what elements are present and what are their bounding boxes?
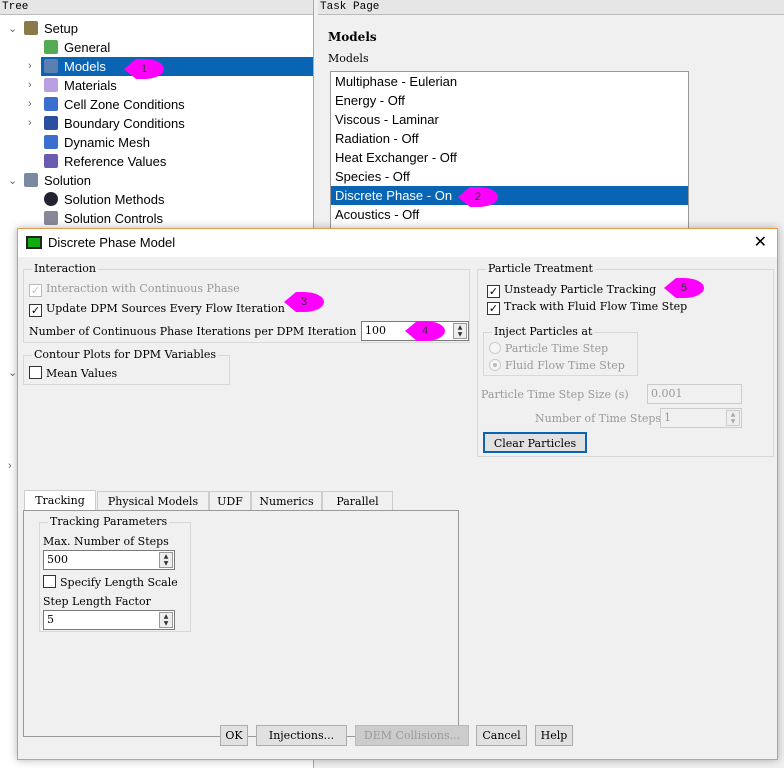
unsteady-tracking-checkbox[interactable]: ✓ Unsteady Particle Tracking — [487, 283, 656, 298]
spinner[interactable]: ▲ ▼ — [159, 552, 173, 568]
cell-zone-icon — [44, 97, 58, 111]
tab-numerics[interactable]: Numerics — [251, 491, 322, 511]
collapse-icon[interactable]: ⌄ — [8, 366, 17, 379]
group-label: Particle Treatment — [486, 262, 595, 275]
tree-item-reference[interactable]: Reference Values — [44, 152, 166, 171]
expand-icon[interactable]: › — [28, 98, 32, 110]
particle-treatment-group: Particle Treatment ✓ Unsteady Particle Tr… — [477, 262, 774, 457]
solution-icon — [24, 173, 38, 187]
tab-parallel[interactable]: Parallel — [322, 491, 393, 511]
expand-icon[interactable]: › — [28, 79, 32, 91]
iterations-label: Number of Continuous Phase Iterations pe… — [29, 325, 357, 338]
dem-collisions-button[interactable]: DEM Collisions... — [355, 725, 469, 746]
contour-group: Contour Plots for DPM Variables Mean Val… — [23, 348, 230, 385]
time-step-size-input[interactable]: 0.001 — [647, 384, 742, 404]
tree-item-controls[interactable]: Solution Controls — [44, 209, 163, 228]
dialog-title: Discrete Phase Model — [48, 235, 176, 250]
group-label: Inject Particles at — [492, 325, 595, 338]
clear-particles-button[interactable]: Clear Particles — [483, 432, 587, 453]
expand-icon[interactable]: › — [28, 60, 32, 72]
list-item[interactable]: Acoustics - Off — [331, 205, 688, 224]
step-factor-input[interactable]: 5 ▲ ▼ — [43, 610, 175, 630]
tab-tracking[interactable]: Tracking — [24, 490, 96, 511]
max-steps-label: Max. Number of Steps — [43, 535, 169, 548]
tab-udf[interactable]: UDF — [209, 491, 251, 511]
fluid-flow-time-step-radio[interactable]: Fluid Flow Time Step — [489, 359, 625, 372]
expand-icon[interactable]: › — [28, 117, 32, 129]
group-label: Interaction — [32, 262, 98, 275]
collapse-icon[interactable]: ⌄ — [8, 22, 17, 35]
max-steps-input[interactable]: 500 ▲ ▼ — [43, 550, 175, 570]
group-label: Tracking Parameters — [48, 515, 170, 528]
dynamic-mesh-icon — [44, 135, 58, 149]
tree-item-cell-zone[interactable]: Cell Zone Conditions — [44, 95, 185, 114]
discrete-phase-dialog: Discrete Phase Model ✕ Interaction ✓ Inte… — [17, 228, 778, 760]
general-icon — [44, 40, 58, 54]
models-icon — [44, 59, 58, 73]
track-fluid-step-checkbox[interactable]: ✓ Track with Fluid Flow Time Step — [487, 300, 687, 315]
help-button[interactable]: Help — [535, 725, 573, 746]
list-item[interactable]: Multiphase - Eulerian — [331, 72, 688, 91]
app-icon — [26, 236, 42, 249]
tree-item-methods[interactable]: Solution Methods — [44, 190, 164, 209]
reference-icon — [44, 154, 58, 168]
num-time-steps-label: Number of Time Steps — [535, 412, 662, 425]
spinner[interactable]: ▲ ▼ — [159, 612, 173, 628]
interaction-group: Interaction ✓ Interaction with Continuous… — [23, 262, 470, 343]
tree-header: Tree — [0, 0, 313, 15]
cancel-button[interactable]: Cancel — [476, 725, 527, 746]
dialog-titlebar: Discrete Phase Model ✕ — [18, 229, 777, 257]
tree-item-materials[interactable]: Materials — [44, 76, 117, 95]
methods-icon — [44, 192, 58, 206]
close-icon[interactable]: ✕ — [754, 229, 767, 257]
interaction-continuous-checkbox[interactable]: ✓ Interaction with Continuous Phase — [29, 282, 240, 297]
tree-item-general[interactable]: General — [44, 38, 110, 57]
page-title: Models — [328, 30, 377, 44]
tree-item-solution[interactable]: Solution — [24, 171, 91, 190]
tree-item-boundary[interactable]: Boundary Conditions — [44, 114, 185, 133]
list-item[interactable]: Viscous - Laminar — [331, 110, 688, 129]
list-item[interactable]: Radiation - Off — [331, 129, 688, 148]
tracking-params-group: Tracking Parameters Max. Number of Steps… — [39, 515, 191, 632]
spinner[interactable]: ▲ ▼ — [453, 323, 467, 339]
setup-icon — [24, 21, 38, 35]
tree-item-dynamic-mesh[interactable]: Dynamic Mesh — [44, 133, 150, 152]
group-label: Contour Plots for DPM Variables — [32, 348, 219, 361]
update-dpm-checkbox[interactable]: ✓ Update DPM Sources Every Flow Iteration — [29, 302, 285, 317]
list-item[interactable]: Species - Off — [331, 167, 688, 186]
models-label: Models — [328, 52, 369, 65]
num-time-steps-input[interactable]: 1 ▲ ▼ — [660, 408, 742, 428]
expand-icon[interactable]: › — [8, 460, 12, 472]
list-item[interactable]: Energy - Off — [331, 91, 688, 110]
models-list[interactable]: Multiphase - Eulerian Energy - Off Visco… — [330, 71, 689, 231]
tab-content: Tracking Parameters Max. Number of Steps… — [23, 510, 459, 737]
specify-length-checkbox[interactable]: Specify Length Scale — [43, 575, 178, 589]
tree-item-models[interactable]: Models — [41, 57, 313, 76]
time-step-size-label: Particle Time Step Size (s) — [481, 388, 629, 401]
inject-group: Inject Particles at Particle Time Step F… — [483, 325, 638, 376]
particle-time-step-radio[interactable]: Particle Time Step — [489, 342, 608, 355]
tab-physical-models[interactable]: Physical Models — [97, 491, 209, 511]
injections-button[interactable]: Injections... — [256, 725, 347, 746]
list-item-selected[interactable]: Discrete Phase - On — [331, 186, 688, 205]
ok-button[interactable]: OK — [220, 725, 248, 746]
boundary-icon — [44, 116, 58, 130]
list-item[interactable]: Heat Exchanger - Off — [331, 148, 688, 167]
materials-icon — [44, 78, 58, 92]
mean-values-checkbox[interactable]: Mean Values — [29, 366, 117, 380]
tree-item-setup[interactable]: Setup — [24, 19, 78, 38]
step-factor-label: Step Length Factor — [43, 595, 151, 608]
collapse-icon[interactable]: ⌄ — [8, 174, 17, 187]
controls-icon — [44, 211, 58, 225]
task-header: Task Page — [318, 0, 784, 15]
